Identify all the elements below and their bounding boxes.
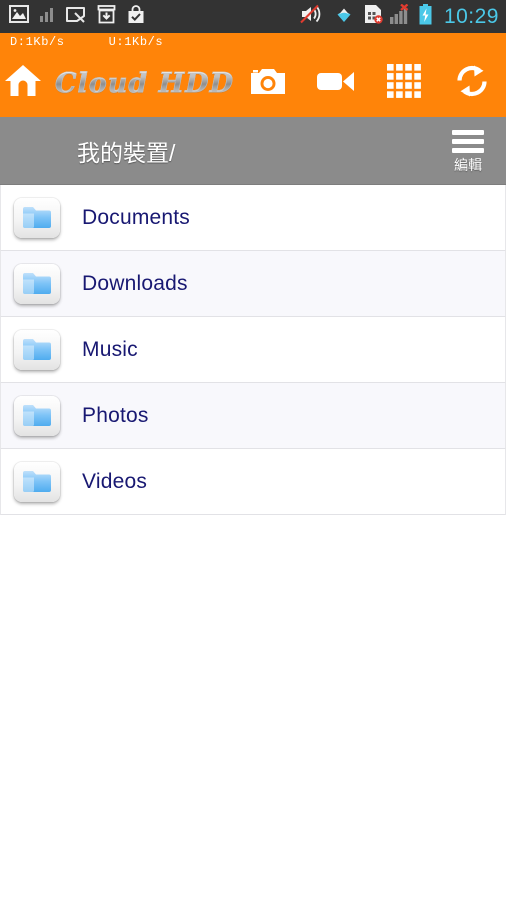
refresh-sync-icon <box>454 63 490 104</box>
list-item[interactable]: Videos <box>0 449 506 515</box>
cellular-signal-error-icon <box>389 3 412 29</box>
folder-name: Documents <box>82 205 191 229</box>
screen-capture-icon <box>65 6 86 28</box>
folder-icon <box>14 395 60 436</box>
toolbar-buttons <box>234 50 506 117</box>
status-bar: 10:29 <box>0 0 506 33</box>
sim-card-error-icon <box>363 4 383 29</box>
folder-name: Photos <box>82 403 149 427</box>
download-box-icon <box>97 4 116 29</box>
edit-menu-label: 編輯 <box>454 156 482 173</box>
file-list: Documents Downloads Music Photos Videos <box>0 185 506 515</box>
status-bar-left-icons <box>9 4 145 29</box>
hamburger-menu-icon <box>452 129 484 153</box>
folder-icon <box>14 197 60 238</box>
network-speed-bar: D:1Kb/s U:1Kb/s <box>0 33 506 50</box>
home-icon <box>3 63 43 104</box>
video-button[interactable] <box>302 50 370 117</box>
wifi-icon <box>332 5 356 29</box>
signal-bars-icon <box>40 6 54 27</box>
upload-speed-label: U:1Kb/s <box>108 34 164 49</box>
home-button[interactable] <box>0 63 46 104</box>
cloud-hdd-app: 10:29 D:1Kb/s U:1Kb/s Cloud HDD 我的裝置/ 編輯… <box>0 0 506 900</box>
volume-mute-icon <box>300 4 325 29</box>
folder-icon <box>14 263 60 304</box>
video-camera-icon <box>316 68 356 99</box>
camera-button[interactable] <box>234 50 302 117</box>
app-toolbar: Cloud HDD <box>0 50 506 117</box>
camera-icon <box>249 66 287 102</box>
app-title: Cloud HDD <box>54 68 234 100</box>
list-item[interactable]: Music <box>0 317 506 383</box>
list-item[interactable]: Documents <box>0 185 506 251</box>
breadcrumb-bar: 我的裝置/ 編輯 <box>0 117 506 185</box>
refresh-button[interactable] <box>438 50 506 117</box>
edit-menu-button[interactable]: 編輯 <box>440 117 496 184</box>
gallery-image-icon <box>9 5 29 28</box>
list-item[interactable]: Downloads <box>0 251 506 317</box>
play-store-bag-icon <box>127 4 145 29</box>
battery-charging-icon <box>419 3 432 30</box>
grid-icon <box>387 64 421 103</box>
status-bar-clock: 10:29 <box>443 5 499 28</box>
folder-name: Music <box>82 337 138 361</box>
download-speed-label: D:1Kb/s <box>10 34 65 49</box>
folder-icon <box>14 461 60 502</box>
folder-name: Videos <box>82 469 148 493</box>
folder-name: Downloads <box>82 271 188 295</box>
grid-view-button[interactable] <box>370 50 438 117</box>
status-bar-right-icons: 10:29 <box>300 3 499 30</box>
breadcrumb[interactable]: 我的裝置/ <box>77 134 175 168</box>
list-item[interactable]: Photos <box>0 383 506 449</box>
folder-icon <box>14 329 60 370</box>
